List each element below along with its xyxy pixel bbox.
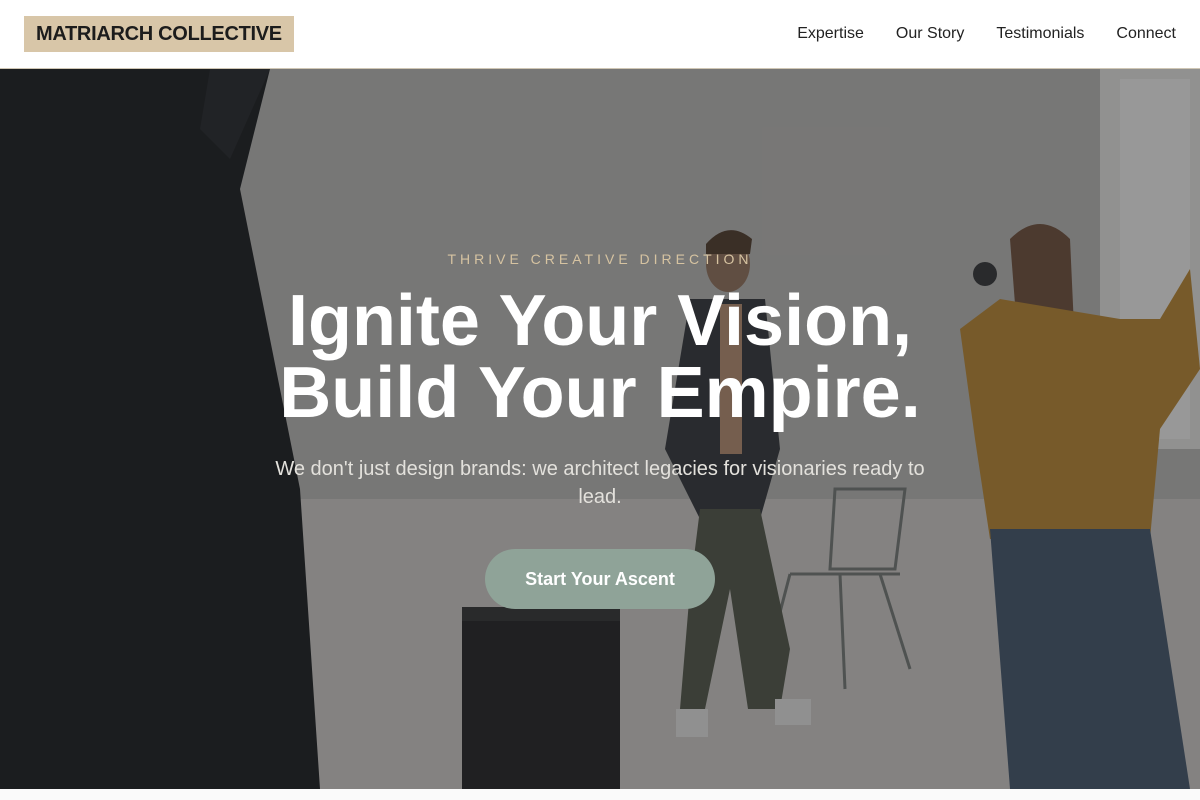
page-bottom-strip [0, 789, 1200, 800]
main-nav: Expertise Our Story Testimonials Connect [797, 25, 1176, 43]
site-header: MATRIARCH COLLECTIVE Expertise Our Story… [0, 0, 1200, 69]
nav-item-testimonials[interactable]: Testimonials [996, 25, 1084, 43]
nav-item-our-story[interactable]: Our Story [896, 25, 964, 43]
hero-headline: Ignite Your Vision, Build Your Empire. [200, 285, 1000, 429]
start-your-ascent-button[interactable]: Start Your Ascent [485, 549, 715, 609]
brand-logo[interactable]: MATRIARCH COLLECTIVE [24, 16, 294, 52]
nav-item-connect[interactable]: Connect [1116, 25, 1176, 43]
hero-headline-line2: Build Your Empire. [279, 353, 921, 433]
hero-headline-line1: Ignite Your Vision, [287, 281, 913, 361]
nav-item-expertise[interactable]: Expertise [797, 25, 864, 43]
hero-content: THRIVE CREATIVE DIRECTION Ignite Your Vi… [0, 69, 1200, 789]
hero-eyebrow: THRIVE CREATIVE DIRECTION [447, 251, 753, 267]
hero-section: THRIVE CREATIVE DIRECTION Ignite Your Vi… [0, 69, 1200, 789]
hero-subtext: We don't just design brands: we architec… [275, 458, 925, 508]
